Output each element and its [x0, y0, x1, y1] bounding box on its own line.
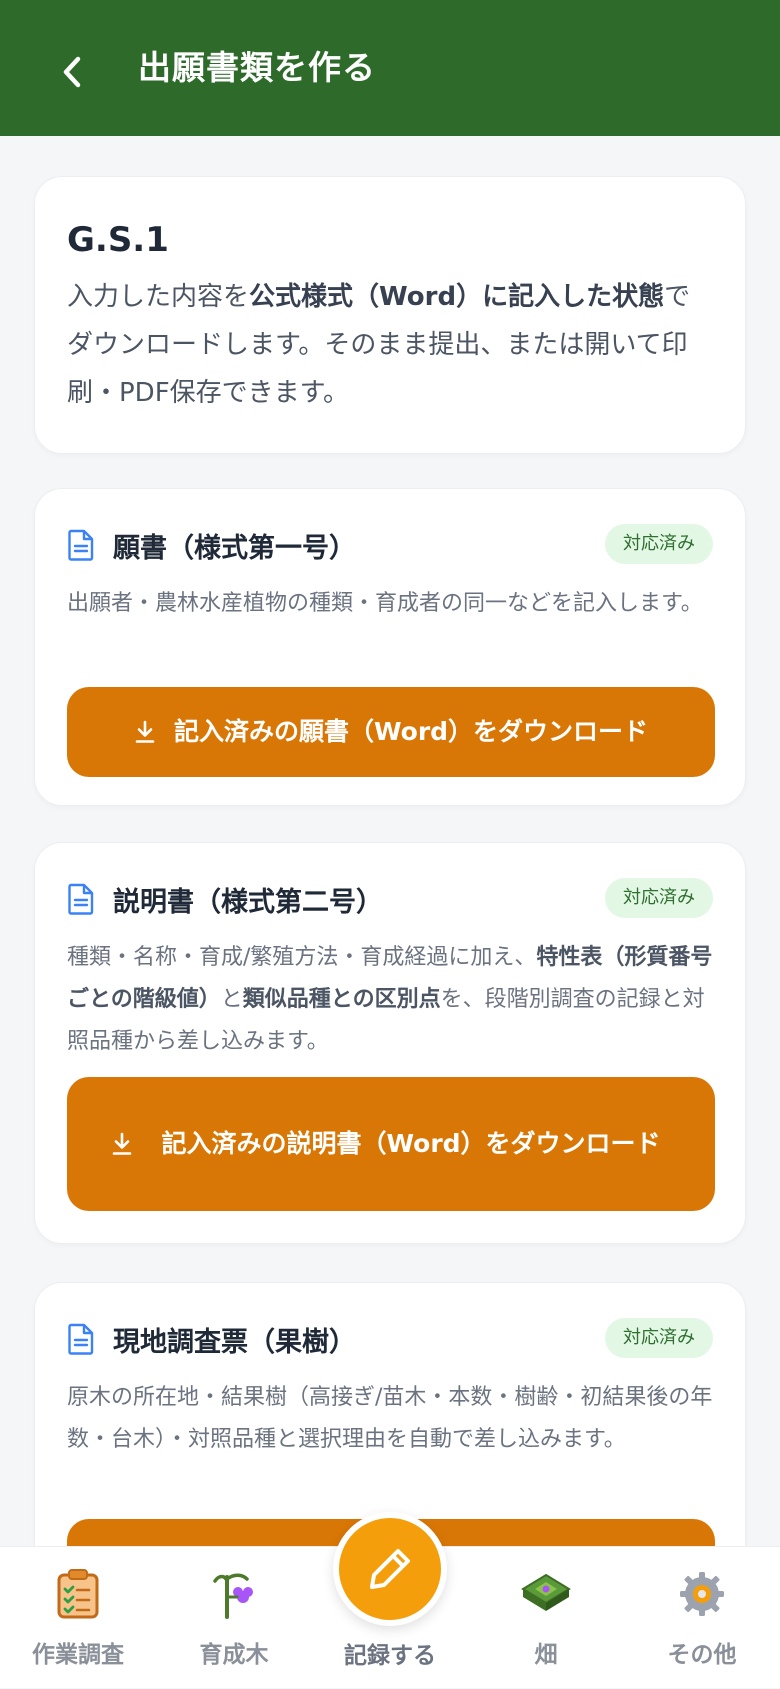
status-badge: 対応済み — [605, 524, 713, 564]
nav-label-record[interactable]: 記録する — [312, 1636, 468, 1670]
document-icon — [67, 529, 95, 561]
chevron-left-icon — [63, 56, 81, 88]
document-card-description: 説明書（様式第二号） 対応済み 種類・名称・育成/繁殖方法・育成経過に加え、特性… — [34, 842, 746, 1244]
download-icon — [135, 720, 155, 743]
nav-item-work-survey[interactable]: 作業調査 — [0, 1547, 156, 1689]
desc-bold: 類似品種との区別点 — [242, 987, 441, 1012]
pencil-icon — [370, 1549, 410, 1589]
document-card-field-survey: 現地調査票（果樹） 対応済み 原木の所在地・結果樹（高接ぎ/苗木・本数・樹齢・初… — [34, 1282, 746, 1546]
download-button-label: 記入済みの願書（Word）をダウンロード — [173, 717, 649, 746]
nav-label: 育成木 — [199, 1642, 269, 1668]
document-header: 願書（様式第一号） 対応済み — [67, 524, 713, 565]
gear-icon — [680, 1572, 724, 1616]
back-button[interactable] — [44, 36, 100, 108]
desc-text: と — [220, 987, 243, 1012]
app-header: 出願書類を作る — [0, 0, 780, 136]
download-description-button[interactable]: 記入済みの説明書（Word）をダウンロード — [67, 1077, 715, 1211]
document-description: 原木の所在地・結果樹（高接ぎ/苗木・本数・樹齢・初結果後の年数・台木）・対照品種… — [67, 1385, 713, 1452]
nav-label: 作業調査 — [32, 1642, 124, 1668]
document-title: 現地調査票（果樹） — [113, 1326, 356, 1358]
intro-desc-text: 入力した内容を — [67, 282, 250, 312]
intro-description: 入力した内容を公式様式（Word）に記入した状態でダウンロードします。そのまま提… — [67, 273, 713, 417]
nav-label: その他 — [667, 1642, 737, 1668]
main-content[interactable]: G.S.1 入力した内容を公式様式（Word）に記入した状態でダウンロードします… — [0, 136, 780, 1546]
nav-item-other[interactable]: その他 — [624, 1547, 780, 1689]
document-description: 種類・名称・育成/繁殖方法・育成経過に加え、特性表（形質番号ごとの階級値）と類似… — [67, 937, 713, 1063]
document-card-application: 願書（様式第一号） 対応済み 出願者・農林水産植物の種類・育成者の同一などを記入… — [34, 488, 746, 806]
document-header: 現地調査票（果樹） 対応済み — [67, 1318, 713, 1359]
nav-label: 畑 — [534, 1642, 558, 1668]
intro-desc-bold: 公式様式（Word）に記入した状態 — [249, 282, 665, 312]
nav-item-field[interactable]: 畑 — [468, 1547, 624, 1689]
download-button-label: 記入済みの説明書（Word）をダウンロード — [161, 1129, 661, 1158]
download-application-button[interactable]: 記入済みの願書（Word）をダウンロード — [67, 687, 715, 777]
document-description: 出願者・農林水産植物の種類・育成者の同一などを記入します。 — [67, 591, 703, 616]
sapling-icon — [213, 1573, 253, 1619]
document-title: 説明書（様式第二号） — [113, 886, 383, 918]
document-icon — [67, 883, 95, 915]
download-icon — [112, 1132, 132, 1155]
intro-title: G.S.1 — [67, 220, 169, 260]
record-fab-button[interactable] — [333, 1512, 447, 1626]
document-header: 説明書（様式第二号） 対応済み — [67, 878, 713, 919]
document-title: 願書（様式第一号） — [113, 532, 356, 564]
status-badge: 対応済み — [605, 1318, 713, 1358]
document-icon — [67, 1323, 95, 1355]
page-title: 出願書類を作る — [138, 48, 376, 87]
clipboard-checklist-icon — [57, 1569, 99, 1619]
desc-text: 種類・名称・育成/繁殖方法・育成経過に加え、 — [67, 945, 537, 970]
status-badge: 対応済み — [605, 878, 713, 918]
intro-card: G.S.1 入力した内容を公式様式（Word）に記入した状態でダウンロードします… — [34, 176, 746, 454]
nav-item-trees[interactable]: 育成木 — [156, 1547, 312, 1689]
field-plot-icon — [521, 1573, 571, 1611]
